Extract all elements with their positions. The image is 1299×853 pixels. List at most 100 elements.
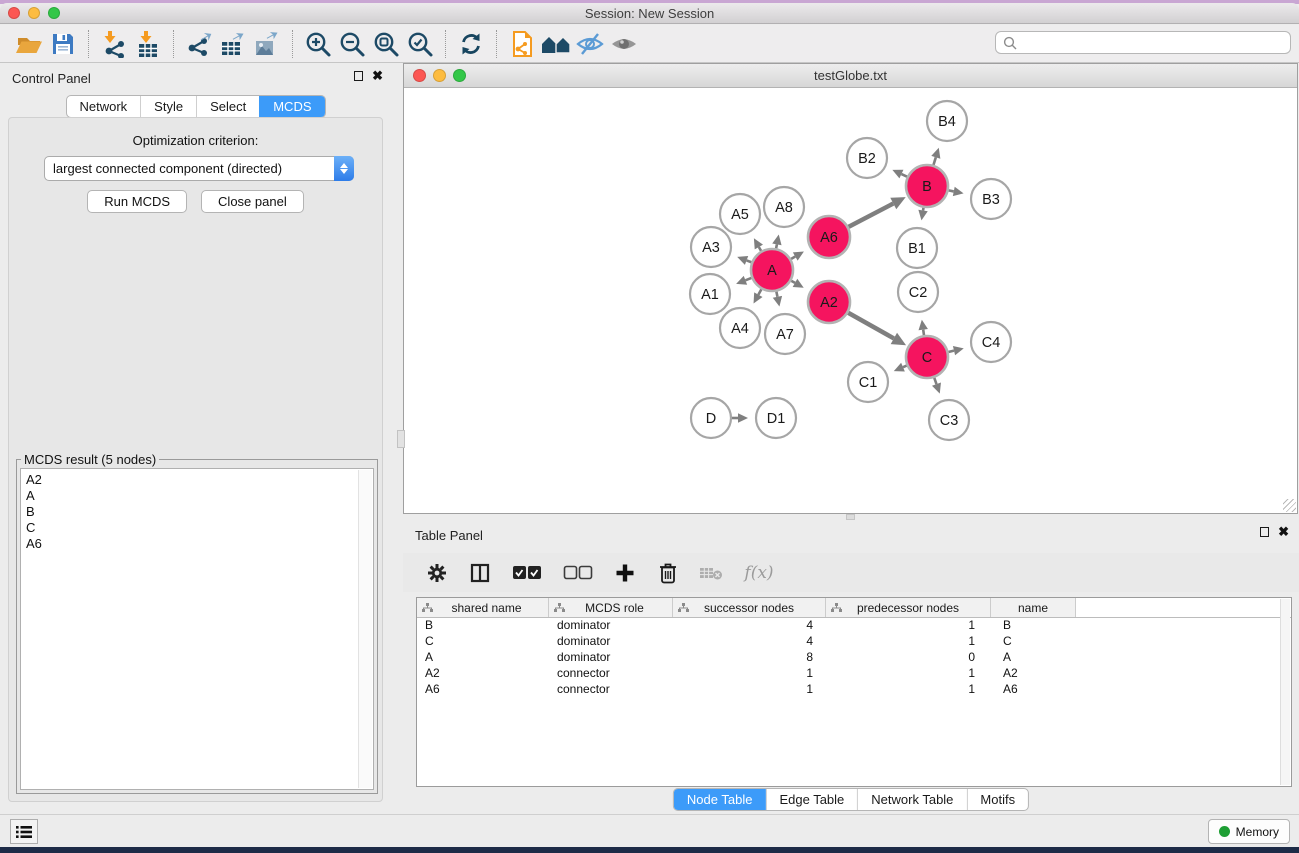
- graph-node-A1[interactable]: A1: [690, 274, 730, 314]
- zoom-out-button[interactable]: [335, 28, 369, 60]
- table-row[interactable]: Cdominator41C: [417, 634, 1291, 650]
- graph-node-A2[interactable]: A2: [808, 281, 850, 323]
- graph-node-D1[interactable]: D1: [756, 398, 796, 438]
- run-mcds-button[interactable]: Run MCDS: [87, 190, 187, 213]
- table-row[interactable]: A6connector11A6: [417, 682, 1291, 698]
- graph-edge-A-A5[interactable]: [754, 238, 763, 251]
- graph-edge-B-B2[interactable]: [892, 170, 907, 179]
- column-header-shared-name[interactable]: shared name: [417, 598, 549, 617]
- control-panel-float-icon[interactable]: [354, 71, 363, 81]
- graph-edge-A-A1[interactable]: [736, 276, 751, 285]
- memory-button[interactable]: Memory: [1208, 819, 1290, 844]
- delete-table-button[interactable]: [699, 561, 723, 585]
- mcds-result-item[interactable]: A6: [26, 536, 368, 552]
- network-resize-grip[interactable]: [1283, 499, 1296, 512]
- graph-node-C3[interactable]: C3: [929, 400, 969, 440]
- graph-node-A[interactable]: A: [751, 249, 793, 291]
- graph-edge-A-A7[interactable]: [773, 292, 782, 307]
- graph-edge-A6-B[interactable]: [849, 197, 906, 227]
- deselect-all-rows-button[interactable]: [562, 561, 594, 585]
- graph-node-C[interactable]: C: [906, 336, 948, 378]
- graph-node-B4[interactable]: B4: [927, 101, 967, 141]
- table-panel-float-icon[interactable]: [1260, 527, 1269, 537]
- graph-node-B2[interactable]: B2: [847, 138, 887, 178]
- toolbar-search-field[interactable]: [995, 31, 1291, 54]
- graph-edge-C-C2[interactable]: [919, 320, 928, 335]
- tab-mcds[interactable]: MCDS: [259, 96, 324, 117]
- import-network-button[interactable]: [97, 28, 131, 60]
- graph-node-A6[interactable]: A6: [808, 216, 850, 258]
- graph-edge-B-B1[interactable]: [918, 208, 927, 221]
- tab-node-table[interactable]: Node Table: [674, 789, 766, 810]
- graph-edge-B-B3[interactable]: [949, 187, 964, 196]
- show-all-button[interactable]: [607, 28, 641, 60]
- table-row[interactable]: A2connector11A2: [417, 666, 1291, 682]
- graph-node-D[interactable]: D: [691, 398, 731, 438]
- task-history-button[interactable]: [10, 819, 38, 844]
- refresh-button[interactable]: [454, 28, 488, 60]
- table-scrollbar[interactable]: [1280, 599, 1290, 785]
- first-neighbors-button[interactable]: [539, 28, 573, 60]
- column-header-mcds-role[interactable]: MCDS role: [549, 598, 673, 617]
- table-panel-close-icon[interactable]: ✖: [1278, 527, 1289, 537]
- graph-edge-A2-C[interactable]: [848, 313, 906, 345]
- search-input[interactable]: [1022, 36, 1290, 50]
- graph-node-B[interactable]: B: [906, 165, 948, 207]
- graph-edge-C-C1[interactable]: [894, 363, 907, 372]
- network-window-titlebar[interactable]: testGlobe.txt: [404, 64, 1297, 88]
- export-network-button[interactable]: [182, 28, 216, 60]
- save-session-button[interactable]: [46, 28, 80, 60]
- graph-edge-C-C3[interactable]: [932, 378, 941, 394]
- import-table-button[interactable]: [131, 28, 165, 60]
- zoom-in-button[interactable]: [301, 28, 335, 60]
- graph-node-C4[interactable]: C4: [971, 322, 1011, 362]
- export-image-button[interactable]: [250, 28, 284, 60]
- tab-style[interactable]: Style: [140, 96, 196, 117]
- tab-network-table[interactable]: Network Table: [857, 789, 966, 810]
- zoom-fit-button[interactable]: [369, 28, 403, 60]
- vertical-splitter-grip[interactable]: [397, 430, 405, 448]
- add-row-button[interactable]: [613, 561, 637, 585]
- graph-node-A3[interactable]: A3: [691, 227, 731, 267]
- graph-edge-C-C4[interactable]: [948, 346, 963, 355]
- network-canvas[interactable]: A A1 A2 A3 A4 A5 A6 A7 A8 B B1 B2 B3B4 C C1 C2 C3C4 D D1: [404, 89, 1297, 513]
- show-columns-button[interactable]: [468, 561, 492, 585]
- new-network-from-selection-button[interactable]: [505, 28, 539, 60]
- control-panel-close-icon[interactable]: ✖: [372, 71, 383, 81]
- export-table-button[interactable]: [216, 28, 250, 60]
- graph-node-A5[interactable]: A5: [720, 194, 760, 234]
- node-table[interactable]: shared name MCDS role successor nodes pr…: [416, 597, 1292, 787]
- close-panel-button[interactable]: Close panel: [201, 190, 304, 213]
- graph-edge-A-A3[interactable]: [737, 256, 751, 265]
- mcds-result-item[interactable]: B: [26, 504, 368, 520]
- mcds-result-list[interactable]: A2ABCA6: [20, 468, 374, 790]
- graph-edge-A-A2[interactable]: [791, 279, 804, 288]
- table-options-button[interactable]: [425, 561, 449, 585]
- graph-edge-B-B4[interactable]: [931, 148, 940, 165]
- mcds-result-item[interactable]: C: [26, 520, 368, 536]
- graph-node-B3[interactable]: B3: [971, 179, 1011, 219]
- graph-node-A8[interactable]: A8: [764, 187, 804, 227]
- graph-node-C1[interactable]: C1: [848, 362, 888, 402]
- mcds-result-item[interactable]: A: [26, 488, 368, 504]
- mcds-result-item[interactable]: A2: [26, 472, 368, 488]
- tab-motifs[interactable]: Motifs: [966, 789, 1028, 810]
- graph-node-C2[interactable]: C2: [898, 272, 938, 312]
- table-row[interactable]: Adominator80A: [417, 650, 1291, 666]
- zoom-selected-button[interactable]: [403, 28, 437, 60]
- table-row[interactable]: Bdominator41B: [417, 618, 1291, 634]
- graph-node-A4[interactable]: A4: [720, 308, 760, 348]
- hide-selected-button[interactable]: [573, 28, 607, 60]
- graph-node-B1[interactable]: B1: [897, 228, 937, 268]
- criterion-dropdown[interactable]: largest connected component (directed): [44, 156, 354, 181]
- column-header-predecessor-nodes[interactable]: predecessor nodes: [826, 598, 991, 617]
- apply-function-button[interactable]: f(x): [742, 561, 776, 585]
- graph-edge-A-A8[interactable]: [772, 235, 781, 249]
- graph-edge-D-D1[interactable]: [732, 413, 748, 423]
- tab-edge-table[interactable]: Edge Table: [765, 789, 857, 810]
- graph-edge-A-A4[interactable]: [754, 289, 763, 303]
- graph-node-A7[interactable]: A7: [765, 314, 805, 354]
- tab-network[interactable]: Network: [66, 96, 140, 117]
- delete-row-button[interactable]: [656, 561, 680, 585]
- select-all-rows-button[interactable]: [511, 561, 543, 585]
